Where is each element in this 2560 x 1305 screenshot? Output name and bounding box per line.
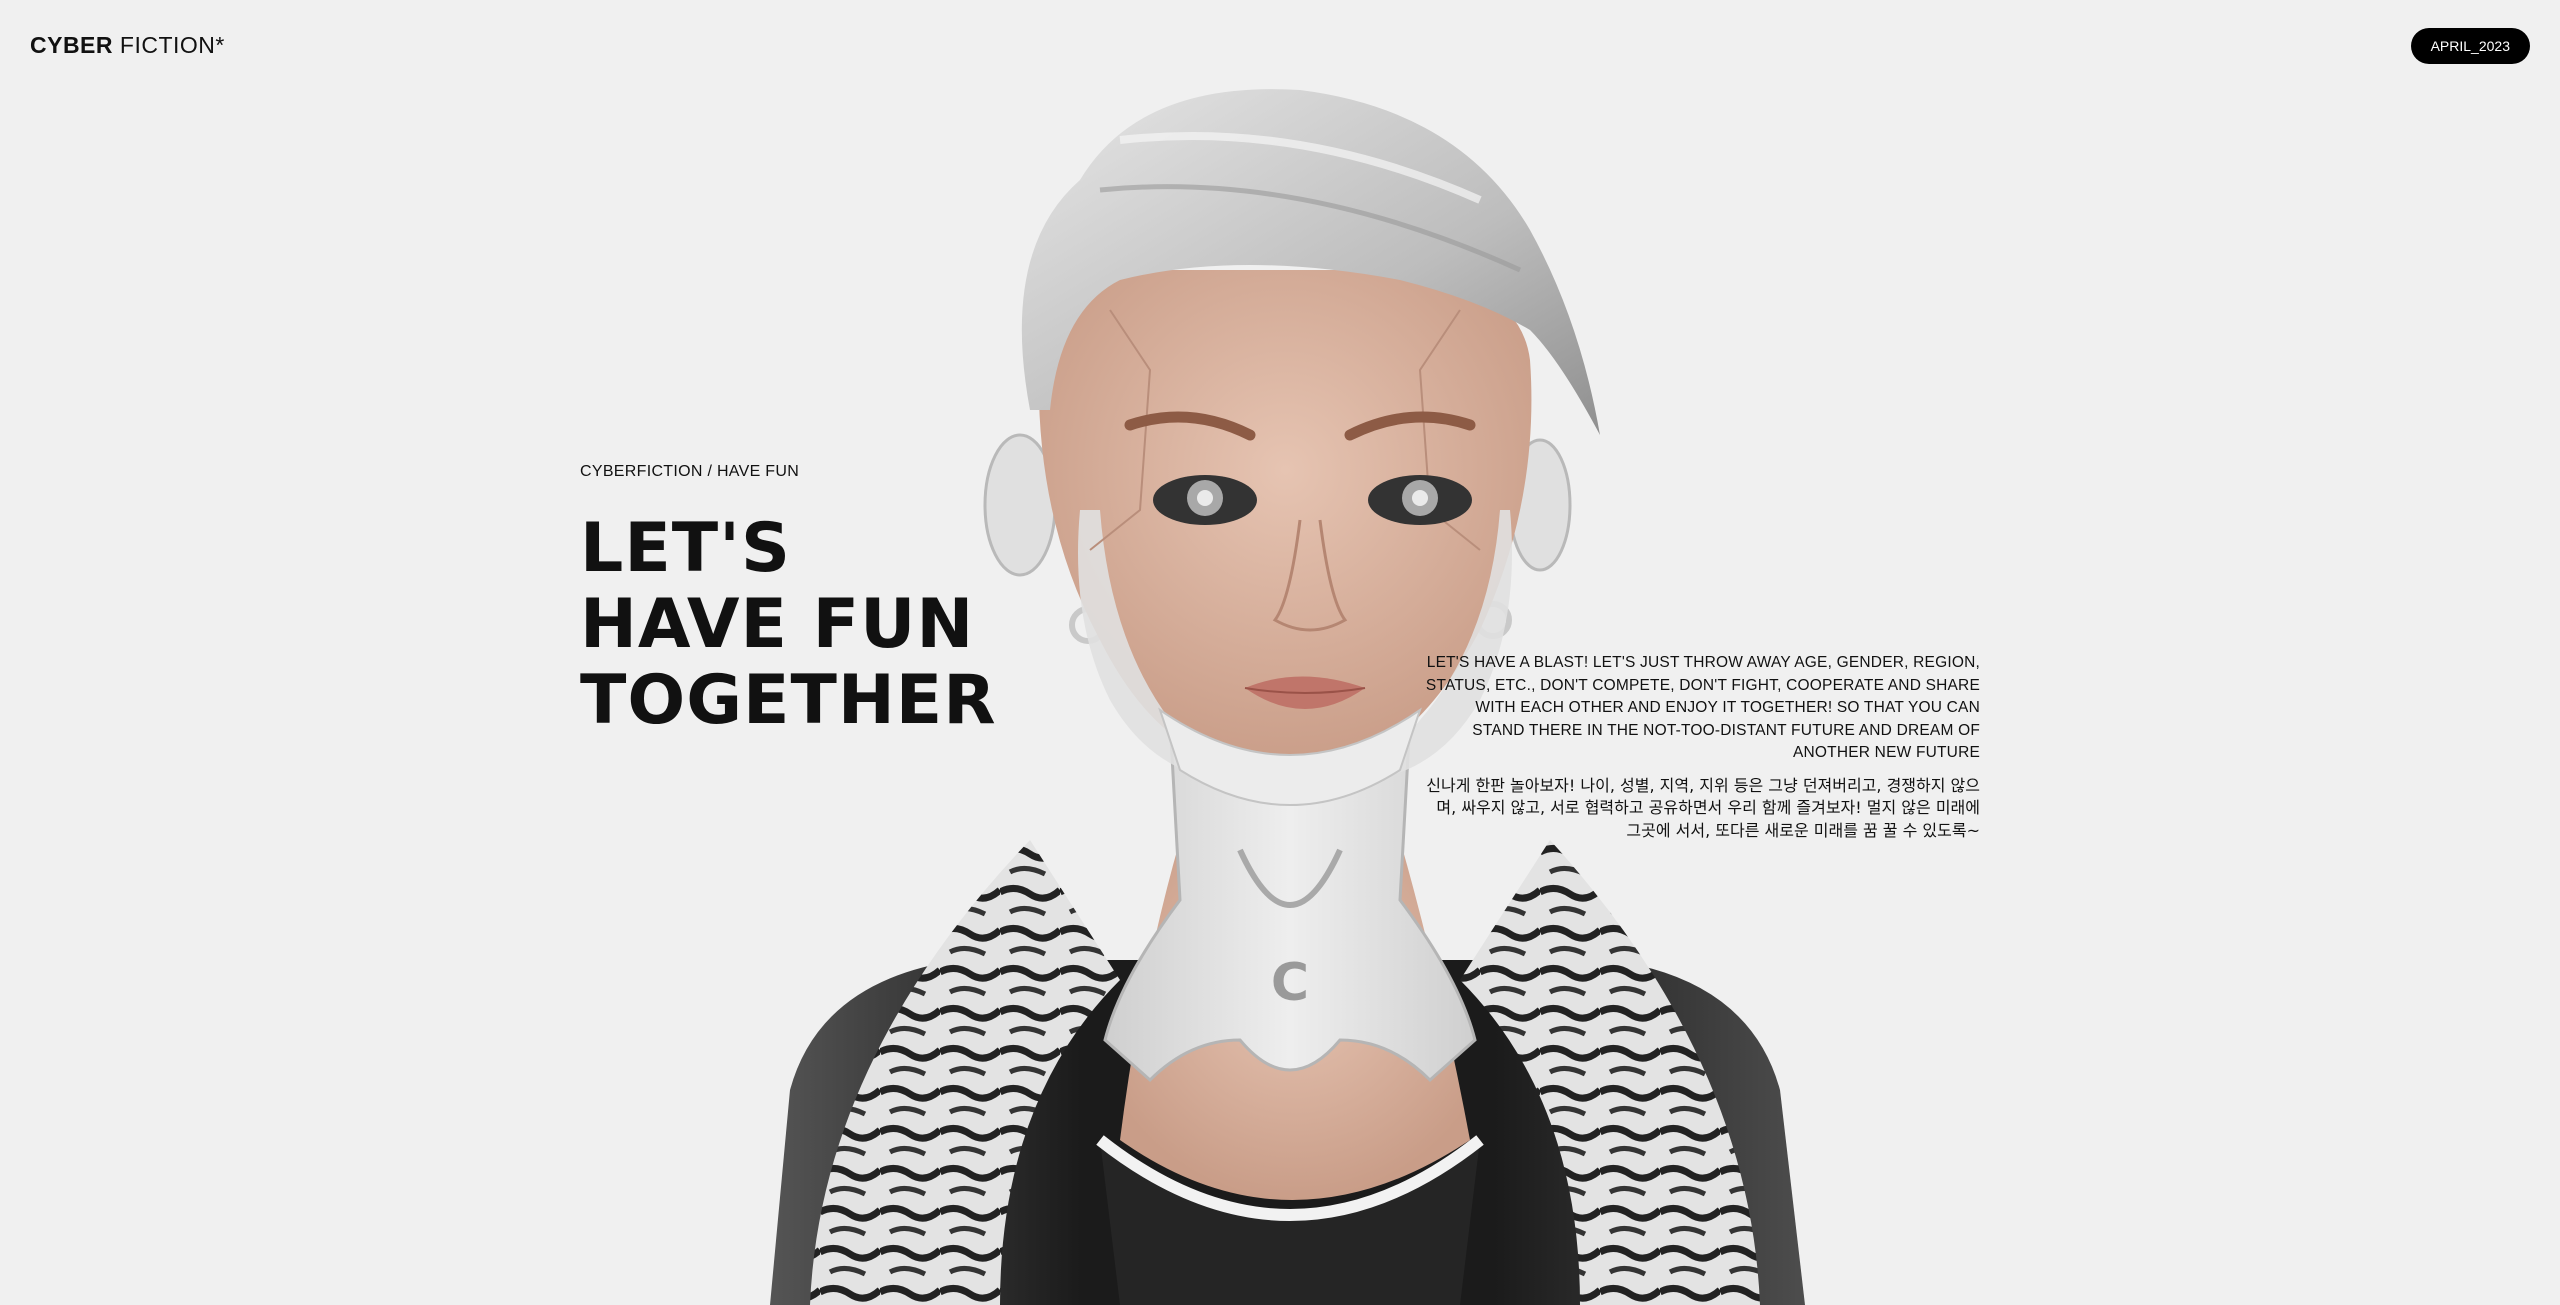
logo-bold-text: CYBER	[30, 32, 114, 58]
date-badge-button[interactable]: APRIL_2023	[2410, 28, 2530, 64]
top-nav: CYBER FICTION* APRIL_2023	[0, 0, 2560, 90]
hero-eyebrow: CYBERFICTION / HAVE FUN	[580, 463, 800, 480]
hero-description: LET'S HAVE A BLAST! LET'S JUST THROW AWA…	[1420, 652, 1980, 858]
logo-light-text: FICTION*	[119, 32, 225, 58]
neck-brace-letter: C	[1271, 953, 1309, 1013]
headline-line-1: LET'S	[580, 509, 791, 588]
hero-text-block: CYBERFICTION / HAVE FUN LET'S HAVE FUN T…	[580, 463, 997, 739]
brand-logo[interactable]: CYBER FICTION*	[30, 30, 225, 60]
headline-line-2: HAVE FUN	[580, 585, 975, 664]
hero-headline: LET'S HAVE FUN TOGETHER	[580, 511, 997, 739]
description-english: LET'S HAVE A BLAST! LET'S JUST THROW AWA…	[1425, 654, 1980, 761]
headline-line-3: TOGETHER	[580, 661, 997, 740]
description-korean: 신나게 한판 놀아보자! 나이, 성별, 지역, 지위 등은 그냥 던져버리고,…	[1426, 775, 1980, 840]
